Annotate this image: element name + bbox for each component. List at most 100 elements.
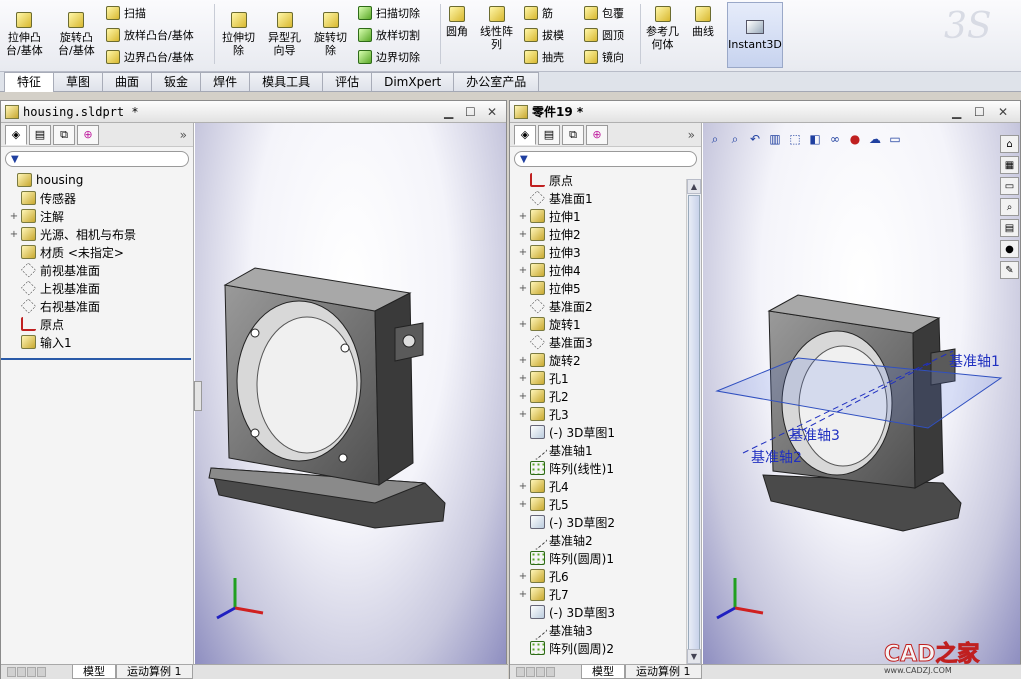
reference-geometry-button[interactable]: 参考几 何体 <box>646 6 679 51</box>
loft-button[interactable]: 放样凸台/基体 <box>106 26 194 44</box>
expand-chevron-icon[interactable]: » <box>180 128 187 142</box>
expand-toggle-icon[interactable]: + <box>518 211 528 222</box>
maximize-button[interactable]: ☐ <box>465 105 476 119</box>
motion-study-tab[interactable]: 运动算例 1 <box>116 665 193 679</box>
expand-toggle-icon[interactable]: + <box>9 229 19 240</box>
tree-item[interactable]: 基准轴1 <box>518 439 686 461</box>
propertymanager-tab-icon[interactable]: ▤ <box>538 124 560 145</box>
tab-5[interactable]: 模具工具 <box>249 72 324 91</box>
tree-item[interactable]: 传感器 <box>5 189 193 207</box>
expand-toggle-icon[interactable]: + <box>518 283 528 294</box>
tree-item[interactable]: 阵列(圆周)2 <box>518 639 686 657</box>
expand-toggle-icon[interactable]: + <box>518 481 528 492</box>
model-tab[interactable]: 模型 <box>72 665 116 679</box>
tree-item[interactable]: + 拉伸4 <box>518 261 686 279</box>
tab-7[interactable]: DimXpert <box>371 72 455 91</box>
tree-item[interactable]: + 旋转2 <box>518 351 686 369</box>
tree-item[interactable]: 输入1 <box>5 333 193 351</box>
tab-nav-arrows[interactable] <box>7 667 46 677</box>
tree-item[interactable]: 基准面2 <box>518 297 686 315</box>
wrap-button[interactable]: 包覆 <box>584 4 624 22</box>
expand-toggle-icon[interactable]: + <box>518 373 528 384</box>
appearances-icon[interactable]: ● <box>1000 240 1019 258</box>
instant3d-button[interactable]: Instant3D <box>727 2 783 68</box>
expand-toggle-icon[interactable]: + <box>518 409 528 420</box>
tree-item[interactable]: + 孔7 <box>518 585 686 603</box>
tree-item[interactable]: 材质 <未指定> <box>5 243 193 261</box>
tab-0[interactable]: 特征 <box>4 72 55 92</box>
expand-toggle-icon[interactable]: + <box>9 211 19 222</box>
propertymanager-tab-icon[interactable]: ▤ <box>29 124 51 145</box>
right-graphics-area[interactable]: ⌕ ⌕ ↶ ▥ ⬚ ◧ ∞ ● ☁ ▭ 基准轴1 基准轴3 基准轴2 <box>703 123 1020 664</box>
view-palette-icon[interactable]: ▤ <box>1000 219 1019 237</box>
tree-item[interactable]: 阵列(线性)1 <box>518 459 686 477</box>
tree-item[interactable]: housing <box>5 171 193 189</box>
curves-button[interactable]: 曲线 <box>692 6 714 38</box>
motion-study-tab[interactable]: 运动算例 1 <box>625 665 702 679</box>
tab-8[interactable]: 办公室产品 <box>453 72 540 91</box>
minimize-button[interactable]: ▁ <box>952 105 961 119</box>
tree-item[interactable]: 基准轴2 <box>518 529 686 551</box>
design-library-icon[interactable]: ▦ <box>1000 156 1019 174</box>
expand-toggle-icon[interactable]: + <box>518 229 528 240</box>
fillet-button[interactable]: 圆角 <box>446 6 468 38</box>
tree-item[interactable]: + 旋转1 <box>518 315 686 333</box>
expand-toggle-icon[interactable]: + <box>518 355 528 366</box>
featuremanager-tab-icon[interactable]: ◈ <box>514 124 536 145</box>
tree-item[interactable]: 基准面3 <box>518 333 686 351</box>
search-icon[interactable]: ⌕ <box>1000 198 1019 216</box>
tree-item[interactable]: + 拉伸1 <box>518 207 686 225</box>
mirror-button[interactable]: 镜向 <box>584 48 624 66</box>
home-icon[interactable]: ⌂ <box>1000 135 1019 153</box>
featuremanager-tab-icon[interactable]: ◈ <box>5 124 27 145</box>
dome-button[interactable]: 圆顶 <box>584 26 624 44</box>
rib-button[interactable]: 筋 <box>524 4 553 22</box>
expand-toggle-icon[interactable]: + <box>518 265 528 276</box>
close-button[interactable]: ✕ <box>487 105 497 119</box>
maximize-button[interactable]: ☐ <box>974 105 985 119</box>
scroll-thumb[interactable] <box>688 195 700 650</box>
tree-item[interactable]: + 光源、相机与布景 <box>5 225 193 243</box>
tab-6[interactable]: 评估 <box>322 72 373 91</box>
tab-nav-arrows[interactable] <box>516 667 555 677</box>
shell-button[interactable]: 抽壳 <box>524 48 564 66</box>
left-graphics-area[interactable] <box>195 123 506 664</box>
tree-item[interactable]: 阵列(圆周)1 <box>518 549 686 567</box>
revolve-cut-button[interactable]: 旋转切 除 <box>314 12 347 57</box>
tab-2[interactable]: 曲面 <box>102 72 153 91</box>
tree-item[interactable]: + 孔6 <box>518 567 686 585</box>
tree-item[interactable]: + 注解 <box>5 207 193 225</box>
extrude-boss-button[interactable]: 拉伸凸 台/基体 <box>6 12 43 57</box>
linear-pattern-button[interactable]: 线性阵 列 <box>480 6 513 51</box>
tab-3[interactable]: 钣金 <box>151 72 202 91</box>
tab-1[interactable]: 草图 <box>53 72 104 91</box>
scroll-up-icon[interactable]: ▲ <box>687 179 701 194</box>
expand-toggle-icon[interactable]: + <box>518 391 528 402</box>
expand-toggle-icon[interactable]: + <box>518 499 528 510</box>
tab-4[interactable]: 焊件 <box>200 72 251 91</box>
tree-filter-input[interactable]: ▼ <box>514 151 697 167</box>
boundary-cut-button[interactable]: 边界切除 <box>358 48 420 66</box>
expand-toggle-icon[interactable]: + <box>518 319 528 330</box>
configurationmanager-tab-icon[interactable]: ⧉ <box>53 124 75 145</box>
tree-item[interactable]: 基准轴3 <box>518 619 686 641</box>
expand-toggle-icon[interactable]: + <box>518 571 528 582</box>
tree-item[interactable]: 前视基准面 <box>5 261 193 279</box>
tree-item[interactable]: + 拉伸2 <box>518 225 686 243</box>
tree-item[interactable]: 原点 <box>5 315 193 333</box>
tree-item[interactable]: + 孔5 <box>518 495 686 513</box>
tree-item[interactable]: + 孔4 <box>518 477 686 495</box>
sweep-button[interactable]: 扫描 <box>106 4 146 22</box>
dimxpert-tab-icon[interactable]: ⊕ <box>586 124 608 145</box>
revolve-boss-button[interactable]: 旋转凸 台/基体 <box>58 12 95 57</box>
draft-button[interactable]: 拔模 <box>524 26 564 44</box>
rollback-bar[interactable] <box>1 358 191 360</box>
tree-item[interactable]: (-) 3D草图3 <box>518 603 686 621</box>
dimxpert-tab-icon[interactable]: ⊕ <box>77 124 99 145</box>
tree-item[interactable]: + 拉伸5 <box>518 279 686 297</box>
tree-item[interactable]: (-) 3D草图2 <box>518 513 686 531</box>
tree-item[interactable]: 上视基准面 <box>5 279 193 297</box>
file-explorer-icon[interactable]: ▭ <box>1000 177 1019 195</box>
extrude-cut-button[interactable]: 拉伸切 除 <box>222 12 255 57</box>
tree-filter-input[interactable]: ▼ <box>5 151 189 167</box>
